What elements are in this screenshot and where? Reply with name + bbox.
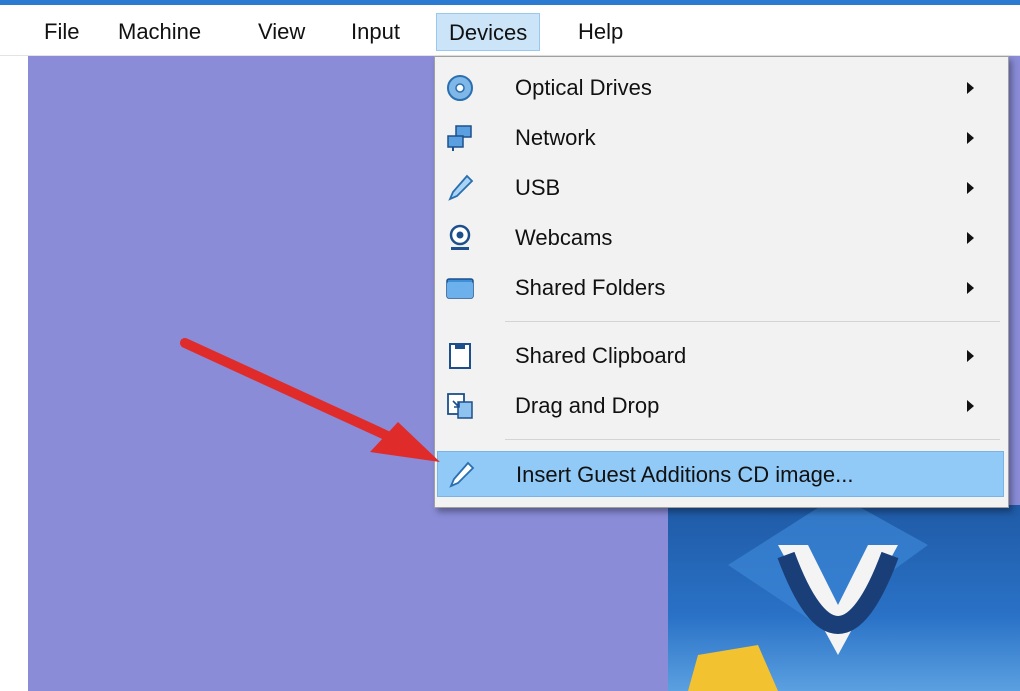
menu-item-drag-and-drop[interactable]: Drag and Drop: [437, 383, 1004, 429]
window-left-edge: [0, 56, 28, 691]
menu-machine[interactable]: Machine: [106, 13, 213, 51]
menu-item-label: Network: [515, 125, 596, 150]
drag-drop-icon: [445, 391, 475, 421]
menu-item-optical-drives[interactable]: Optical Drives: [437, 65, 1004, 111]
virtualbox-logo: [668, 505, 1020, 691]
menu-devices[interactable]: Devices: [436, 13, 541, 51]
network-icon: [445, 123, 475, 153]
menu-item-label: Optical Drives: [515, 75, 652, 100]
menu-view[interactable]: View: [246, 13, 317, 51]
submenu-arrow-icon: [967, 282, 974, 294]
menu-item-label: Drag and Drop: [515, 393, 660, 418]
guest-additions-icon: [446, 460, 476, 490]
menu-item-webcams[interactable]: Webcams: [437, 215, 1004, 261]
webcam-icon: [445, 223, 475, 253]
submenu-arrow-icon: [967, 182, 974, 194]
menu-item-label: Shared Folders: [515, 275, 666, 300]
menu-item-label: Shared Clipboard: [515, 343, 687, 368]
menu-item-usb[interactable]: USB: [437, 165, 1004, 211]
menu-file[interactable]: File: [32, 13, 91, 51]
submenu-arrow-icon: [967, 82, 974, 94]
folder-icon: [445, 273, 475, 303]
menu-item-shared-clipboard[interactable]: Shared Clipboard: [437, 333, 1004, 379]
submenu-arrow-icon: [967, 400, 974, 412]
menu-separator: [505, 321, 1000, 322]
menu-item-shared-folders[interactable]: Shared Folders: [437, 265, 1004, 311]
clipboard-icon: [445, 341, 475, 371]
menu-separator: [505, 439, 1000, 440]
menu-bar: File Machine View Input Devices Help: [0, 5, 1020, 56]
menu-item-network[interactable]: Network: [437, 115, 1004, 161]
optical-disc-icon: [445, 73, 475, 103]
submenu-arrow-icon: [967, 350, 974, 362]
menu-item-label: Webcams: [515, 225, 613, 250]
submenu-arrow-icon: [967, 232, 974, 244]
menu-item-label: USB: [515, 175, 561, 200]
menu-input[interactable]: Input: [339, 13, 412, 51]
usb-icon: [445, 173, 475, 203]
menu-item-label: Insert Guest Additions CD image...: [516, 462, 854, 487]
submenu-arrow-icon: [967, 132, 974, 144]
menu-item-insert-guest-additions[interactable]: Insert Guest Additions CD image...: [437, 451, 1004, 497]
menu-help[interactable]: Help: [566, 13, 635, 51]
devices-dropdown-menu: Optical Drives Network USB Webcams Share…: [434, 56, 1009, 508]
